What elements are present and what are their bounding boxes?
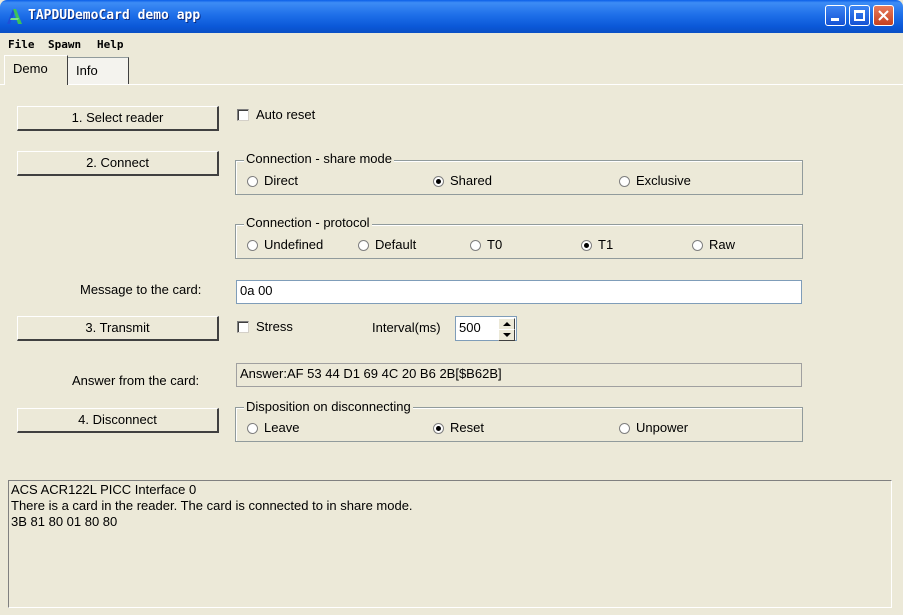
auto-reset-checkbox[interactable] (237, 109, 249, 121)
tab-demo-label: Demo (13, 61, 48, 76)
answer-field: Answer:AF 53 44 D1 69 4C 20 B6 2B[$B62B] (236, 363, 802, 387)
tab-demo[interactable]: Demo (4, 55, 68, 85)
select-reader-label: 1. Select reader (71, 110, 164, 125)
protocol-raw-label: Raw (709, 237, 736, 252)
menu-file[interactable]: File (8, 38, 35, 51)
interval-label: Interval(ms) (372, 320, 441, 335)
log-line: There is a card in the reader. The card … (11, 498, 413, 513)
protocol-t0-label: T0 (487, 237, 503, 252)
arrow-down-icon (503, 333, 511, 337)
tab-info-label: Info (76, 63, 98, 78)
minimize-button[interactable] (825, 5, 846, 26)
menu-bar: File Spawn Help (0, 35, 903, 55)
interval-spin-down[interactable] (498, 329, 515, 341)
close-icon (878, 10, 889, 21)
app-icon (7, 9, 22, 24)
auto-reset-label: Auto reset (256, 107, 316, 122)
disposition-leave-label: Leave (264, 420, 300, 435)
arrow-up-icon (503, 322, 511, 326)
protocol-default-radio[interactable] (358, 240, 369, 251)
tab-info[interactable]: Info (67, 57, 129, 84)
answer-label: Answer from the card: (72, 373, 200, 388)
menu-help[interactable]: Help (97, 38, 124, 51)
log-output[interactable]: ACS ACR122L PICC Interface 0 There is a … (8, 480, 892, 608)
share-mode-title: Connection - share mode (244, 151, 394, 166)
stress-checkbox[interactable] (237, 321, 249, 333)
menu-spawn[interactable]: Spawn (48, 38, 81, 51)
share-direct-radio[interactable] (247, 176, 258, 187)
protocol-t0-radio[interactable] (470, 240, 481, 251)
disposition-unpower-radio[interactable] (619, 423, 630, 434)
share-shared-label: Shared (450, 173, 492, 188)
log-line: ACS ACR122L PICC Interface 0 (11, 482, 197, 497)
message-label: Message to the card: (80, 282, 202, 297)
radio-selected-dot (584, 243, 589, 248)
protocol-default-label: Default (375, 237, 417, 252)
share-exclusive-label: Exclusive (636, 173, 691, 188)
share-shared-radio[interactable] (433, 176, 444, 187)
connect-button[interactable]: 2. Connect (17, 151, 219, 176)
stress-label: Stress (256, 319, 293, 334)
disconnect-label: 4. Disconnect (78, 412, 157, 427)
minimize-icon (831, 18, 839, 21)
log-line: 3B 81 80 01 80 80 (11, 514, 118, 529)
protocol-raw-radio[interactable] (692, 240, 703, 251)
disposition-reset-radio[interactable] (433, 423, 444, 434)
disconnect-button[interactable]: 4. Disconnect (17, 408, 219, 433)
disposition-unpower-label: Unpower (636, 420, 689, 435)
close-button[interactable] (873, 5, 894, 26)
protocol-t1-radio[interactable] (581, 240, 592, 251)
disposition-leave-radio[interactable] (247, 423, 258, 434)
share-exclusive-radio[interactable] (619, 176, 630, 187)
disposition-reset-label: Reset (450, 420, 484, 435)
tab-divider (0, 84, 903, 85)
protocol-undefined-label: Undefined (264, 237, 324, 252)
radio-selected-dot (436, 179, 441, 184)
title-bar[interactable]: TAPDUDemoCard demo app (0, 0, 903, 33)
message-input[interactable]: 0a 00 (236, 280, 802, 304)
connect-label: 2. Connect (86, 155, 149, 170)
protocol-undefined-radio[interactable] (247, 240, 258, 251)
maximize-button[interactable] (849, 5, 870, 26)
maximize-icon (854, 10, 865, 21)
window-title: TAPDUDemoCard demo app (28, 8, 201, 23)
protocol-t1-label: T1 (598, 237, 614, 252)
transmit-button[interactable]: 3. Transmit (17, 316, 219, 341)
protocol-title: Connection - protocol (244, 215, 372, 230)
transmit-label: 3. Transmit (85, 320, 150, 335)
disposition-title: Disposition on disconnecting (244, 399, 413, 414)
share-direct-label: Direct (264, 173, 298, 188)
radio-selected-dot (436, 426, 441, 431)
app-window: TAPDUDemoCard demo app File Spawn Help D… (0, 0, 903, 615)
select-reader-button[interactable]: 1. Select reader (17, 106, 219, 131)
